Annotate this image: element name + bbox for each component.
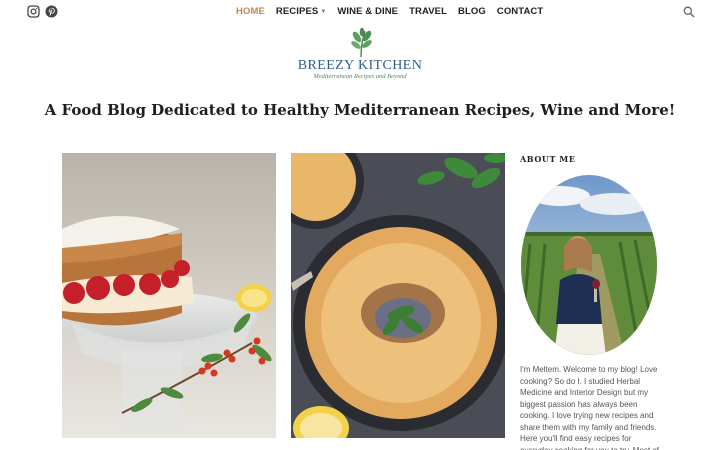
nav-label: HOME: [236, 6, 265, 17]
nav-item-travel[interactable]: TRAVEL: [409, 6, 447, 17]
nav-item-blog[interactable]: BLOG: [458, 6, 486, 17]
nav-item-contact[interactable]: CONTACT: [497, 6, 543, 17]
about-me-heading: ABOUT ME: [520, 154, 576, 164]
featured-image-cake[interactable]: [62, 153, 276, 438]
olive-branch-logo-icon: [351, 28, 372, 58]
about-me-text: I'm Meltem. Welcome to my blog! Love coo…: [520, 365, 660, 450]
chevron-down-icon: ▼: [320, 8, 327, 15]
nav-label: RECIPES: [275, 6, 319, 17]
social-links: [27, 5, 58, 18]
pinterest-icon[interactable]: [45, 5, 58, 18]
author-portrait: [520, 174, 658, 356]
logo-tagline: Mediterranean Recipes and Beyond: [313, 73, 407, 80]
nav-item-home[interactable]: HOME: [236, 6, 265, 17]
main-nav: HOME RECIPES ▼ WINE & DINE TRAVEL BLOG CO…: [236, 6, 543, 17]
instagram-icon[interactable]: [27, 5, 40, 18]
nav-label: CONTACT: [496, 6, 544, 17]
nav-label: WINE & DINE: [337, 6, 399, 17]
nav-label: BLOG: [458, 6, 486, 17]
page-headline: A Food Blog Dedicated to Healthy Mediter…: [44, 101, 676, 119]
site-logo[interactable]: BREEZY KITCHEN Mediterranean Recipes and…: [290, 28, 430, 84]
top-bar: HOME RECIPES ▼ WINE & DINE TRAVEL BLOG CO…: [0, 0, 720, 24]
search-icon[interactable]: [683, 5, 695, 18]
nav-label: TRAVEL: [409, 6, 448, 17]
logo-title: BREEZY KITCHEN: [297, 58, 423, 73]
nav-item-recipes[interactable]: RECIPES ▼: [276, 6, 326, 17]
nav-item-wine-dine[interactable]: WINE & DINE: [337, 6, 398, 17]
featured-image-soup[interactable]: [291, 153, 505, 438]
